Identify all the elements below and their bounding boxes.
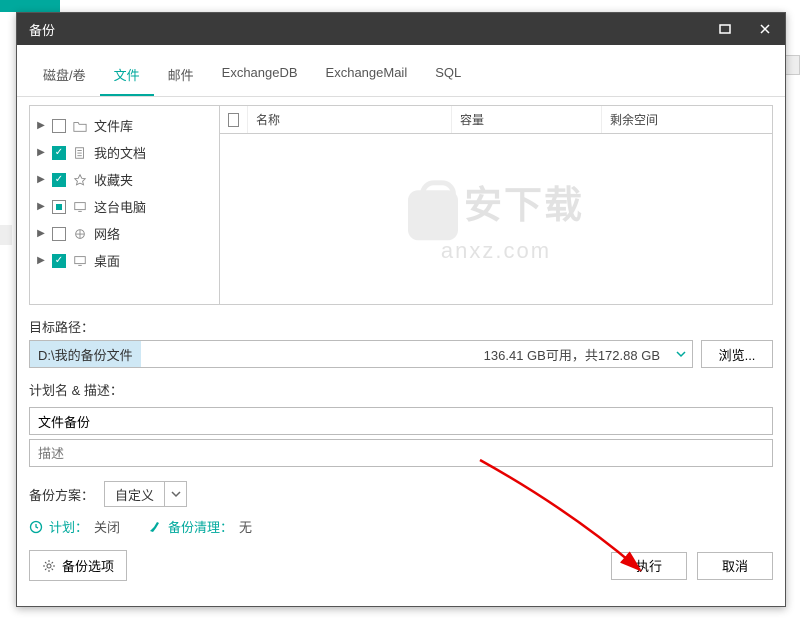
tree-item-library[interactable]: ▶ 文件库 <box>30 112 219 139</box>
grid-header: 名称 容量 剩余空间 <box>220 106 772 134</box>
tree-label: 桌面 <box>94 251 120 270</box>
source-tabs: 磁盘/卷 文件 邮件 ExchangeDB ExchangeMail SQL <box>17 45 785 97</box>
checkbox[interactable]: ✓ <box>52 173 66 187</box>
schedule-link[interactable]: 计划： 关闭 <box>29 517 120 536</box>
tree-label: 文件库 <box>94 116 133 135</box>
target-path-value: D:\我的备份文件 <box>30 341 141 367</box>
tab-sql[interactable]: SQL <box>421 57 475 96</box>
tree-item-favorites[interactable]: ▶ ✓ 收藏夹 <box>30 166 219 193</box>
checkbox[interactable] <box>52 119 66 133</box>
broom-icon <box>148 520 162 534</box>
tree-item-documents[interactable]: ▶ ✓ 我的文档 <box>30 139 219 166</box>
target-dropdown[interactable] <box>668 347 692 361</box>
expander-icon[interactable]: ▶ <box>36 228 46 239</box>
expander-icon[interactable]: ▶ <box>36 147 46 158</box>
plan-name-input[interactable] <box>29 407 773 435</box>
grid-body: 安下载 anxz.com <box>220 134 772 304</box>
target-space-info: 136.41 GB可用，共172.88 GB <box>476 345 668 364</box>
window-title: 备份 <box>29 20 55 39</box>
tab-mail[interactable]: 邮件 <box>154 57 208 96</box>
cancel-button[interactable]: 取消 <box>697 552 773 580</box>
bg-side-right <box>785 55 800 75</box>
expander-icon[interactable]: ▶ <box>36 255 46 266</box>
expander-icon[interactable]: ▶ <box>36 120 46 131</box>
scheme-value: 自定义 <box>105 482 164 506</box>
checkbox[interactable]: ✓ <box>52 146 66 160</box>
bg-side-left <box>0 225 12 245</box>
maximize-button[interactable] <box>705 13 745 45</box>
description-input[interactable] <box>29 439 773 467</box>
tree-label: 我的文档 <box>94 143 146 162</box>
folder-icon <box>72 119 88 133</box>
maximize-icon <box>718 22 732 36</box>
document-icon <box>72 146 88 160</box>
watermark: 安下载 anxz.com <box>408 174 584 264</box>
bg-stripe <box>0 0 60 12</box>
execute-button[interactable]: 执行 <box>611 552 687 580</box>
star-icon <box>72 173 88 187</box>
monitor-icon <box>72 254 88 268</box>
chevron-down-icon <box>169 487 183 501</box>
titlebar: 备份 <box>17 13 785 45</box>
globe-icon <box>72 227 88 241</box>
grid-header-capacity[interactable]: 容量 <box>452 106 602 133</box>
close-button[interactable] <box>745 13 785 45</box>
scheme-select[interactable]: 自定义 <box>104 481 187 507</box>
source-tree[interactable]: ▶ 文件库 ▶ ✓ 我的文档 ▶ ✓ 收藏夹 <box>29 105 219 305</box>
tab-exchangemail[interactable]: ExchangeMail <box>312 57 422 96</box>
close-icon <box>758 22 772 36</box>
checkbox[interactable] <box>52 200 66 214</box>
tree-item-thispc[interactable]: ▶ 这台电脑 <box>30 193 219 220</box>
grid-header-free[interactable]: 剩余空间 <box>602 106 772 133</box>
plan-label: 计划名 & 描述： <box>29 380 773 399</box>
tree-item-desktop[interactable]: ▶ ✓ 桌面 <box>30 247 219 274</box>
scheme-dropdown[interactable] <box>164 482 186 506</box>
tab-disk[interactable]: 磁盘/卷 <box>29 57 100 96</box>
clock-icon <box>29 520 43 534</box>
monitor-icon <box>72 200 88 214</box>
grid-header-name[interactable]: 名称 <box>248 106 452 133</box>
browse-button[interactable]: 浏览... <box>701 340 773 368</box>
tree-label: 收藏夹 <box>94 170 133 189</box>
expander-icon[interactable]: ▶ <box>36 201 46 212</box>
grid-header-checkbox[interactable] <box>220 106 248 133</box>
chevron-down-icon <box>674 347 688 361</box>
backup-dialog: 备份 磁盘/卷 文件 邮件 ExchangeDB ExchangeMail SQ… <box>16 12 786 607</box>
cleanup-link[interactable]: 备份清理： 无 <box>148 517 252 536</box>
tab-exchangedb[interactable]: ExchangeDB <box>208 57 312 96</box>
scheme-label: 备份方案： <box>29 485 94 504</box>
tree-label: 网络 <box>94 224 120 243</box>
checkbox[interactable] <box>52 227 66 241</box>
gear-icon <box>42 559 56 573</box>
target-path-label: 目标路径： <box>29 317 773 336</box>
target-path-input[interactable]: D:\我的备份文件 136.41 GB可用，共172.88 GB <box>29 340 693 368</box>
tree-item-network[interactable]: ▶ 网络 <box>30 220 219 247</box>
file-grid: 名称 容量 剩余空间 安下载 anxz.com <box>219 105 773 305</box>
checkbox[interactable]: ✓ <box>52 254 66 268</box>
tab-file[interactable]: 文件 <box>100 57 154 96</box>
backup-options-button[interactable]: 备份选项 <box>29 550 127 581</box>
expander-icon[interactable]: ▶ <box>36 174 46 185</box>
tree-label: 这台电脑 <box>94 197 146 216</box>
